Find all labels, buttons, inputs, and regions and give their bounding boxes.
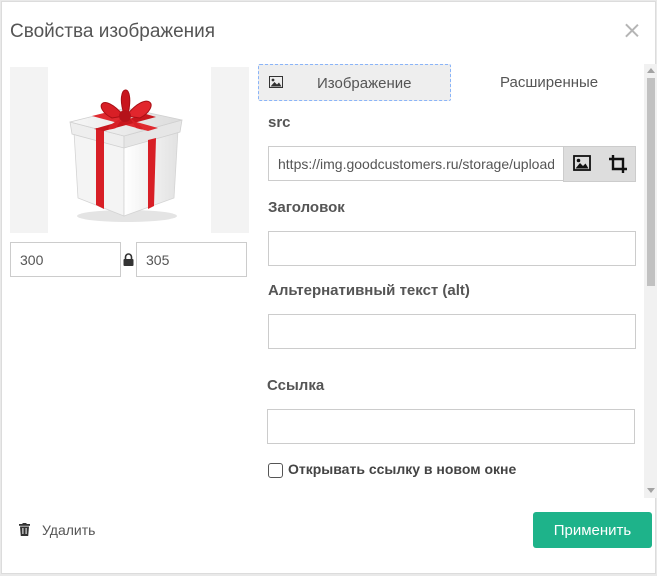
link-label: Ссылка <box>267 377 325 394</box>
image-icon <box>573 155 591 171</box>
crop-icon <box>609 155 627 173</box>
src-button-group <box>563 146 636 182</box>
gift-image <box>69 89 183 222</box>
crop-button[interactable] <box>600 147 636 181</box>
delete-button[interactable]: Удалить <box>19 520 104 540</box>
tab-advanced[interactable]: Расширенные <box>500 74 598 91</box>
image-preview <box>10 67 250 233</box>
title-input[interactable] <box>268 231 636 266</box>
image-properties-dialog: Свойства изображения 300 305 Изображение… <box>1 1 657 574</box>
link-input[interactable] <box>267 409 635 444</box>
scrollbar-thumb[interactable] <box>647 78 655 286</box>
dialog-title: Свойства изображения <box>10 21 216 42</box>
tab-image[interactable]: Изображение <box>258 64 451 101</box>
preview-right-margin <box>211 67 249 233</box>
apply-button[interactable]: Применить <box>533 512 652 548</box>
close-icon[interactable] <box>621 20 643 42</box>
new-window-checkbox[interactable] <box>268 463 283 478</box>
form-scrollbar[interactable] <box>644 64 657 498</box>
delete-label: Удалить <box>42 522 96 538</box>
scroll-down-icon[interactable] <box>647 488 655 493</box>
scroll-up-icon[interactable] <box>647 68 655 73</box>
browse-image-button[interactable] <box>564 147 600 181</box>
alt-input[interactable] <box>268 314 636 349</box>
src-label: src <box>268 114 291 131</box>
image-icon <box>269 76 283 88</box>
trash-icon <box>19 523 30 536</box>
lock-icon[interactable] <box>123 253 134 266</box>
new-window-label[interactable]: Открывать ссылку в новом окне <box>288 461 516 477</box>
preview-left-margin <box>10 67 48 233</box>
title-label: Заголовок <box>268 199 345 216</box>
alt-label: Альтернативный текст (alt) <box>268 282 470 299</box>
src-input[interactable] <box>268 146 564 181</box>
height-input[interactable] <box>136 242 247 277</box>
tab-image-label: Изображение <box>317 75 412 92</box>
width-input[interactable] <box>10 242 121 277</box>
